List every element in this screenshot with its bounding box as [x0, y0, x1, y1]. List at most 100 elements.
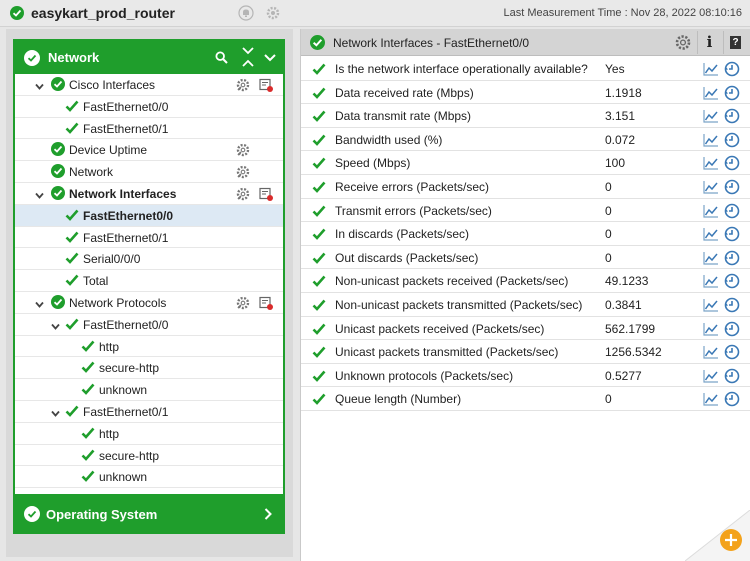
report-icon[interactable] [258, 77, 274, 96]
tree-row[interactable]: secure-http [15, 445, 283, 467]
network-layer-header[interactable]: Network [15, 41, 283, 74]
alarm-bell-icon[interactable] [238, 5, 254, 21]
graph-icon[interactable] [703, 180, 719, 197]
measure-label: Unicast packets received (Packets/sec) [335, 321, 545, 336]
check-icon [65, 318, 79, 333]
history-icon[interactable] [724, 344, 740, 363]
history-icon[interactable] [724, 108, 740, 127]
expand-arrow-icon[interactable] [35, 298, 44, 312]
check-icon [81, 361, 95, 376]
history-icon[interactable] [724, 273, 740, 292]
measure-label: Transmit errors (Packets/sec) [335, 203, 492, 218]
history-icon[interactable] [724, 132, 740, 151]
ok-status-icon [51, 185, 65, 200]
graph-icon[interactable] [703, 369, 719, 386]
check-icon [312, 181, 326, 196]
history-icon[interactable] [724, 321, 740, 340]
history-icon[interactable] [724, 85, 740, 104]
history-icon[interactable] [724, 155, 740, 174]
tree-row[interactable]: http [15, 336, 283, 358]
tree-row[interactable]: FastEthernet0/1 [15, 401, 283, 423]
check-icon [312, 205, 326, 220]
graph-icon[interactable] [703, 109, 719, 126]
tree-row[interactable]: secure-http [15, 357, 283, 380]
operating-system-layer[interactable]: Operating System [13, 494, 285, 534]
graph-icon[interactable] [703, 274, 719, 291]
tree-row[interactable]: FastEthernet0/1 [15, 227, 283, 249]
check-icon [81, 383, 95, 398]
graph-icon[interactable] [703, 204, 719, 221]
configure-icon[interactable] [235, 142, 251, 161]
tree-row[interactable]: unknown [15, 379, 283, 401]
graph-icon[interactable] [703, 298, 719, 315]
expand-arrow-icon[interactable] [35, 80, 44, 94]
tree-row-label: FastEthernet0/0 [83, 208, 174, 223]
help-icon[interactable]: ? [723, 31, 747, 54]
graph-icon[interactable] [703, 251, 719, 268]
configure-icon[interactable] [265, 5, 281, 21]
graph-icon[interactable] [703, 227, 719, 244]
tree-row[interactable]: Total [15, 270, 283, 292]
tree-row[interactable]: http [15, 423, 283, 445]
network-layer-box: Network Cisco Interfaces FastEthernet0/0 F… [13, 39, 285, 520]
configure-icon[interactable] [235, 77, 251, 96]
expand-arrow-icon[interactable] [51, 320, 60, 334]
measure-value: 0.072 [605, 132, 636, 147]
tree-row[interactable]: Device Uptime [15, 139, 283, 162]
configure-icon[interactable] [235, 186, 251, 205]
tree-row[interactable]: FastEthernet0/0 [15, 96, 283, 118]
tree-row[interactable]: Network Protocols [15, 292, 283, 314]
configure-icon[interactable] [235, 164, 251, 183]
measurement-row: Non-unicast packets transmitted (Packets… [301, 293, 750, 317]
graph-icon[interactable] [703, 86, 719, 103]
graph-icon[interactable] [703, 345, 719, 362]
chevron-down-icon[interactable] [264, 52, 276, 66]
measurement-row: Transmit errors (Packets/sec) 0 [301, 199, 750, 223]
history-icon[interactable] [724, 368, 740, 387]
measurement-row: Data transmit rate (Mbps) 3.151 [301, 104, 750, 128]
history-icon[interactable] [724, 203, 740, 222]
tree-list: Cisco Interfaces FastEthernet0/0 FastEther… [15, 74, 283, 489]
history-icon[interactable] [724, 179, 740, 198]
info-icon[interactable]: i [697, 31, 721, 54]
measurement-row: Speed (Mbps) 100 [301, 151, 750, 175]
tree-row-label: http [99, 426, 120, 441]
tree-row[interactable]: Network Interfaces [15, 183, 283, 205]
tree-row[interactable]: FastEthernet0/0 [15, 314, 283, 336]
tree-row-label: Network Protocols [69, 295, 167, 310]
graph-icon[interactable] [703, 156, 719, 173]
search-icon[interactable] [215, 51, 228, 67]
expand-arrow-icon[interactable] [51, 407, 60, 421]
check-icon [81, 449, 95, 464]
graph-icon[interactable] [703, 62, 719, 79]
tree-row[interactable]: FastEthernet0/1 [15, 118, 283, 140]
tree-row[interactable]: FastEthernet0/0 [15, 204, 283, 227]
graph-icon[interactable] [703, 322, 719, 339]
help-label: ? [730, 36, 741, 49]
history-icon[interactable] [724, 61, 740, 80]
configure-icon[interactable] [235, 295, 251, 314]
graph-icon[interactable] [703, 392, 719, 409]
tree-row[interactable]: Cisco Interfaces [15, 74, 283, 96]
report-icon[interactable] [258, 295, 274, 314]
check-icon [312, 157, 326, 172]
collapse-all-icon[interactable] [241, 47, 255, 70]
history-icon[interactable] [724, 391, 740, 410]
measure-value: 49.1233 [605, 274, 649, 289]
check-icon [312, 252, 326, 267]
configure-icon[interactable] [671, 31, 695, 54]
graph-icon[interactable] [703, 133, 719, 150]
report-icon[interactable] [258, 186, 274, 205]
tree-row[interactable]: unknown [15, 466, 283, 489]
expand-arrow-icon[interactable] [35, 189, 44, 203]
chevron-right-icon[interactable] [264, 508, 272, 523]
tree-row[interactable]: Network [15, 161, 283, 183]
check-icon [65, 100, 79, 115]
tree-row[interactable]: Serial0/0/0 [15, 248, 283, 271]
history-icon[interactable] [724, 250, 740, 269]
check-icon [65, 209, 79, 224]
history-icon[interactable] [724, 226, 740, 245]
measure-value: 562.1799 [605, 321, 656, 336]
zoom-in-button[interactable] [684, 509, 750, 561]
history-icon[interactable] [724, 297, 740, 316]
